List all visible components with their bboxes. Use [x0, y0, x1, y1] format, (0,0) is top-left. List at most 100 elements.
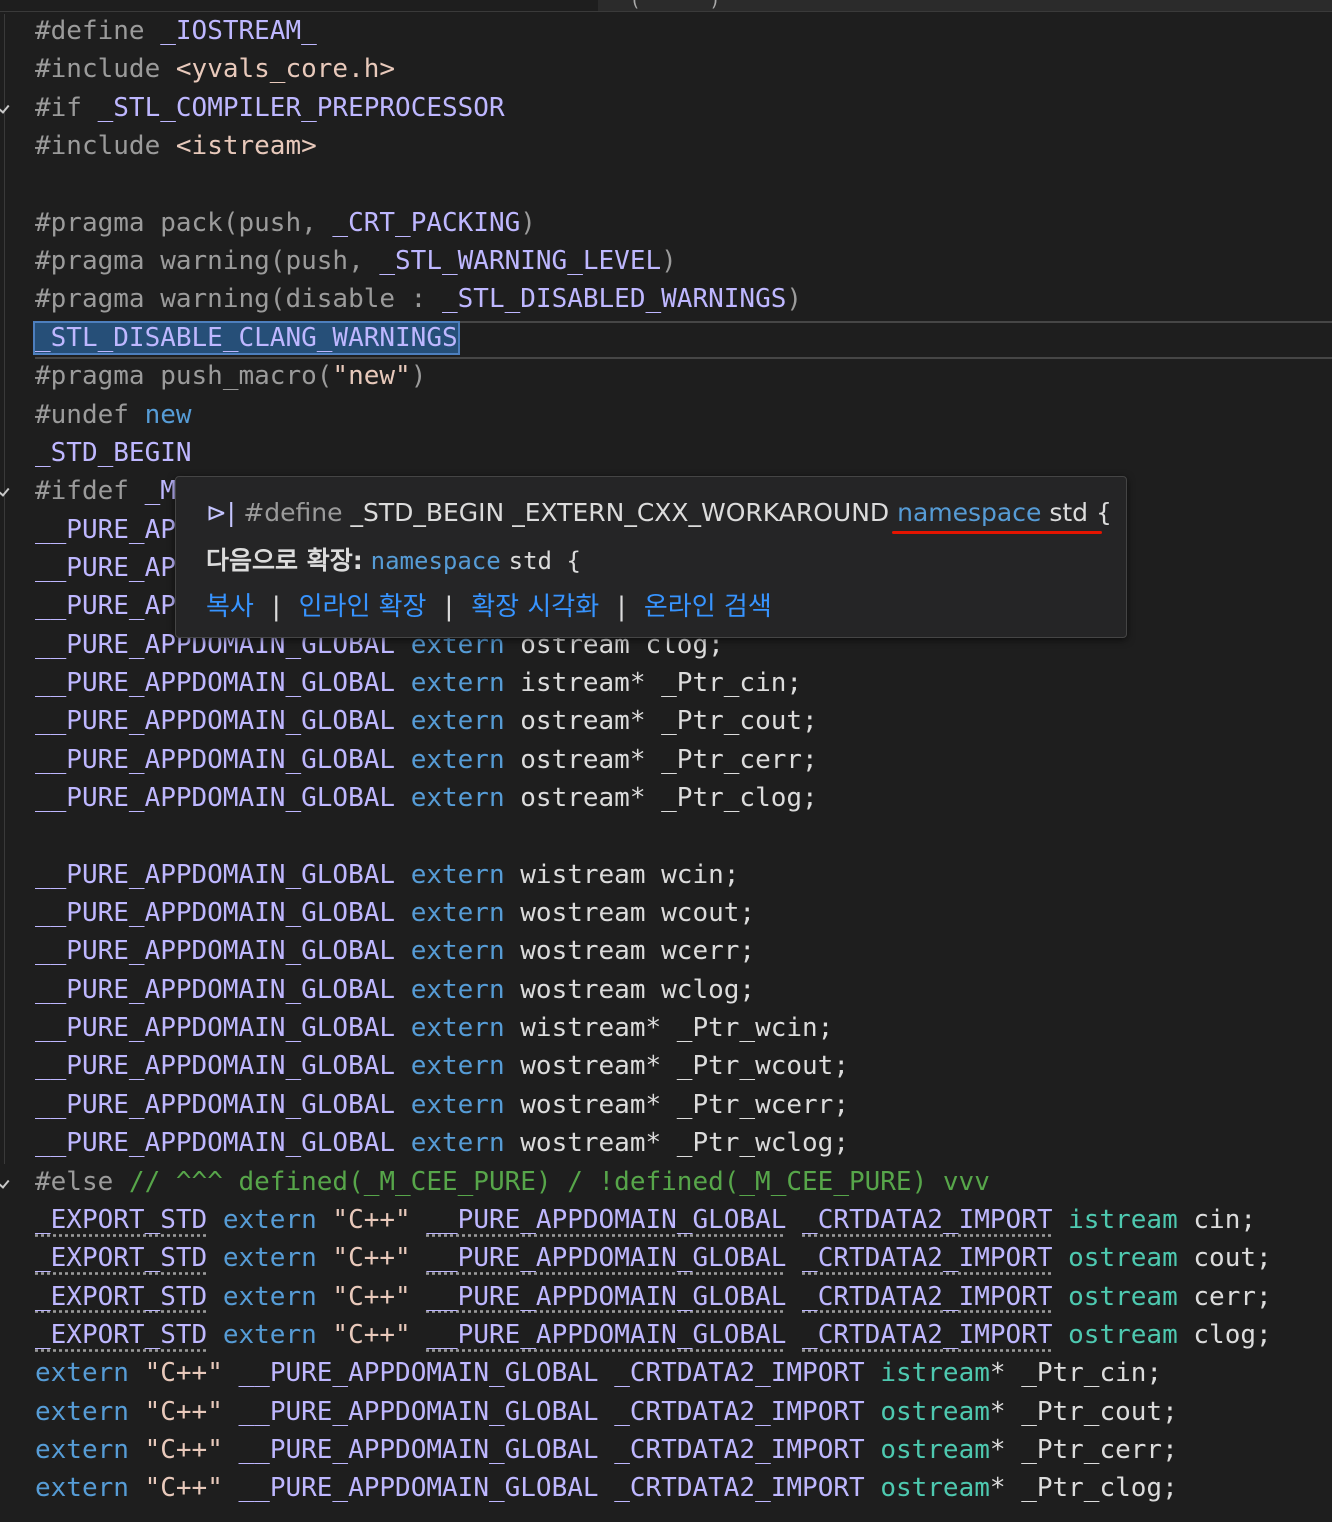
fold-check-icon[interactable] — [0, 1175, 14, 1189]
search-online-link[interactable]: 온라인 검색 — [644, 592, 772, 622]
code-token: #ifdef — [35, 476, 145, 507]
code-token: wostream* _Ptr_wcout; — [504, 1051, 849, 1082]
code-token: istream — [1068, 1204, 1178, 1235]
code-token: #pragma warning(disable : — [35, 284, 442, 315]
code-line[interactable]: #else // ^^^ defined(_M_CEE_PURE) / !def… — [35, 1163, 990, 1201]
code-line[interactable]: __PURE_APPDOMAIN_GLOBAL extern wostream*… — [35, 1047, 849, 1085]
fold-check-icon[interactable] — [0, 483, 14, 497]
code-line[interactable]: _EXPORT_STD extern "C++" __PURE_APPDOMAI… — [35, 1239, 1272, 1277]
code-token: ostream — [1068, 1319, 1178, 1350]
code-line[interactable]: _EXPORT_STD extern "C++" __PURE_APPDOMAI… — [35, 1316, 1272, 1354]
copy-link[interactable]: 복사 — [206, 592, 254, 622]
code-line[interactable]: __PURE_APPDOMAIN_GLOBAL extern ostream* … — [35, 741, 818, 779]
expand-inline-link[interactable]: 인라인 확장 — [299, 592, 427, 622]
code-token: _EXPORT_STD — [35, 1243, 208, 1274]
separator: | — [617, 592, 626, 622]
code-line[interactable]: __PURE_APPDOMAIN_GLOBAL extern wostream … — [35, 894, 755, 932]
expand-macro-icon[interactable]: ⊳| — [206, 498, 235, 527]
fold-check-icon[interactable] — [0, 100, 14, 114]
code-token: "C++" — [144, 1473, 223, 1504]
code-token: wostream* _Ptr_wcerr; — [504, 1089, 849, 1120]
code-line[interactable]: extern "C++" __PURE_APPDOMAIN_GLOBAL _CR… — [35, 1469, 1178, 1507]
code-token: ostream — [880, 1396, 990, 1427]
code-line[interactable]: #include <istream> — [35, 127, 317, 165]
code-token: _CRTDATA2_IMPORT — [614, 1473, 865, 1504]
code-token: extern — [410, 859, 505, 890]
macro-name: _STD_BEGIN — [350, 498, 505, 527]
code-line[interactable]: extern "C++" __PURE_APPDOMAIN_GLOBAL _CR… — [35, 1393, 1178, 1431]
code-token: extern — [410, 1013, 505, 1044]
code-line[interactable]: _EXPORT_STD extern "C++" __PURE_APPDOMAI… — [35, 1278, 1272, 1316]
code-line[interactable]: __PURE_APPDOMAIN_GLOBAL extern wostream*… — [35, 1086, 849, 1124]
code-token: _CRTDATA2_IMPORT — [802, 1319, 1053, 1350]
visualize-expansion-link[interactable]: 확장 시각화 — [471, 592, 599, 622]
code-token: __PURE_APPDOMAIN_GLOBAL — [35, 859, 396, 890]
code-line[interactable]: #pragma warning(disable : _STL_DISABLED_… — [35, 280, 802, 318]
code-line[interactable]: __PURE_APPDOMAIN_GLOBAL extern ostream* … — [35, 779, 818, 817]
macro-body-keyword: namespace — [897, 498, 1042, 527]
code-line[interactable]: __PURE_APPDOMAIN_GLOBAL extern wistream*… — [35, 1009, 833, 1047]
expands-to-rest: std { — [508, 547, 581, 575]
code-line[interactable]: __PURE_APPDOMAIN_GLOBAL extern wistream … — [35, 856, 739, 894]
code-token: ostream — [880, 1473, 990, 1504]
macro-definition: ⊳| #define _STD_BEGIN _EXTERN_CXX_WORKAR… — [206, 495, 1112, 531]
code-token: #pragma pack(push, — [35, 207, 333, 238]
code-token: extern — [410, 706, 505, 737]
code-token: #define — [35, 16, 161, 46]
code-line[interactable]: extern "C++" __PURE_APPDOMAIN_GLOBAL _CR… — [35, 1354, 1162, 1392]
editor-tab-strip: (ᄂᄋ ᄆᄆ) — [0, 0, 1332, 12]
code-line[interactable]: #pragma warning(push, _STL_WARNING_LEVEL… — [35, 242, 677, 280]
code-line[interactable]: _STL_DISABLE_CLANG_WARNINGS — [33, 319, 460, 357]
code-line[interactable]: #pragma pack(push, _CRT_PACKING) — [35, 204, 536, 242]
code-token: __PURE_APPDOMAIN_GLOBAL — [35, 783, 396, 813]
code-token: cout; — [1177, 1243, 1272, 1274]
code-token: extern — [35, 1434, 129, 1465]
code-token: _STD_BEGIN — [35, 437, 192, 468]
code-token: extern — [410, 783, 505, 813]
tab-title-partial: (ᄂᄋ ᄆᄆ) — [632, 0, 719, 11]
code-line[interactable]: __PURE_APPDOMAIN_GLOBAL extern wostream … — [35, 932, 755, 970]
code-token: cin; — [1177, 1204, 1257, 1235]
code-token: ostream* _Ptr_cout; — [504, 706, 818, 737]
code-token: istream* _Ptr_cin; — [504, 667, 803, 698]
code-line[interactable]: _STD_BEGIN — [35, 434, 192, 472]
code-line[interactable]: __PURE_APPDOMAIN_GLOBAL extern ostream* … — [35, 702, 818, 740]
code-token: // ^^^ defined(_M_CEE_PURE) / !defined(_… — [128, 1166, 990, 1197]
code-line[interactable]: #if _STL_COMPILER_PREPROCESSOR — [35, 89, 505, 127]
code-token: _STL_DISABLED_WARNINGS — [442, 284, 787, 315]
code-line[interactable]: _EXPORT_STD extern "C++" __PURE_APPDOMAI… — [35, 1201, 1256, 1239]
code-token: extern — [410, 974, 505, 1005]
code-token: extern — [35, 1358, 129, 1389]
code-token: cerr; — [1177, 1281, 1272, 1312]
code-line[interactable]: #define _IOSTREAM_ — [35, 12, 317, 50]
code-token: #undef — [35, 399, 145, 430]
code-line[interactable]: __PURE_APPDOMAIN_GLOBAL extern wostream*… — [35, 1124, 849, 1162]
code-token: "C++" — [332, 1319, 411, 1350]
code-line[interactable]: #undef new — [35, 396, 192, 434]
code-token: "C++" — [144, 1358, 223, 1389]
code-line[interactable]: extern "C++" __PURE_APPDOMAIN_GLOBAL _CR… — [35, 1431, 1178, 1469]
code-line[interactable]: __PURE_APPDOMAIN_GLOBAL extern wostream … — [35, 971, 755, 1009]
code-token: extern — [410, 1128, 505, 1159]
code-token: __PURE_APPDOMAIN_GLOBAL — [35, 1051, 396, 1082]
code-token: <yvals_core.h> — [175, 54, 396, 85]
code-token: wistream wcin; — [504, 859, 740, 890]
code-line[interactable]: #include <yvals_core.h> — [35, 50, 395, 88]
code-token: #include — [35, 54, 176, 85]
code-line[interactable]: #pragma push_macro("new") — [35, 357, 426, 395]
code-line[interactable]: __PURE_APPDOMAIN_GLOBAL extern istream* … — [35, 664, 802, 702]
